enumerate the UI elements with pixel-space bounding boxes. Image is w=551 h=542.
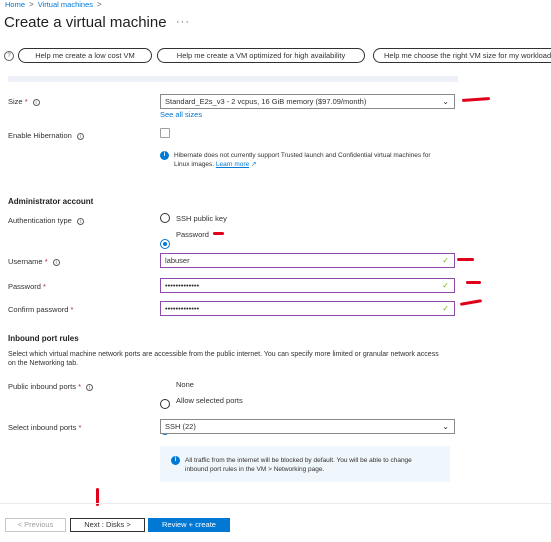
password-radio-label: Password [176,230,209,239]
confirm-password-value: ••••••••••••• [165,304,200,313]
info-icon: i [76,217,84,225]
checkmark-icon: ✓ [442,281,449,290]
breadcrumb: Home > Virtual machines > [5,0,102,9]
allow-selected-ports-label: Allow selected ports [176,396,243,405]
size-select[interactable]: Standard_E2s_v3 - 2 vcpus, 16 GiB memory… [160,94,455,109]
breadcrumb-virtual-machines-link[interactable]: Virtual machines [38,0,93,9]
inbound-info-note: All traffic from the internet will be bl… [185,457,412,473]
external-link-icon: ↗ [250,161,257,168]
annotation-mark [459,299,483,306]
info-icon: i [160,151,169,160]
confirm-password-label: Confirm password * [8,305,74,314]
inbound-port-rules-description: Select which virtual machine network por… [8,351,439,367]
chevron-down-icon: ⌄ [442,422,449,431]
checkmark-icon: ✓ [442,256,449,265]
more-options-icon[interactable]: ··· [176,16,190,28]
administrator-account-heading: Administrator account [8,197,94,206]
hibernation-label: Enable Hibernation i [8,131,84,140]
info-icon: i [76,132,84,140]
annotation-mark [457,258,474,261]
password-input[interactable]: ••••••••••••• ✓ [160,278,455,293]
confirm-password-input[interactable]: ••••••••••••• ✓ [160,301,455,316]
authentication-type-label: Authentication type i [8,216,84,225]
copilot-help-icon: ? [4,51,14,61]
enable-hibernation-checkbox[interactable] [160,128,170,138]
select-inbound-ports-select[interactable]: SSH (22) ⌄ [160,419,455,434]
ssh-public-key-label: SSH public key [176,214,227,223]
page-title: Create a virtual machine [4,14,167,31]
annotation-mark [461,97,491,102]
help-choose-vm-size-button[interactable]: Help me choose the right VM size for my … [373,48,551,63]
hibernation-note: Hibernate does not currently support Tru… [174,152,431,168]
learn-more-link[interactable]: Learn more [216,161,249,168]
info-icon: i [52,258,60,266]
username-input[interactable]: labuser ✓ [160,253,455,268]
public-inbound-ports-label: Public inbound ports * i [8,382,93,391]
next-disks-button[interactable]: Next : Disks > [70,518,145,532]
annotation-mark [466,281,481,284]
select-inbound-ports-label: Select inbound ports * [8,423,82,432]
review-create-button[interactable]: Review + create [148,518,230,532]
breadcrumb-separator: > [29,0,34,9]
password-value: ••••••••••••• [165,281,200,290]
password-label: Password * [8,282,46,291]
help-low-cost-vm-button[interactable]: Help me create a low cost VM [18,48,152,63]
annotation-mark [213,232,224,235]
inbound-port-rules-heading: Inbound port rules [8,334,79,343]
see-all-sizes-link[interactable]: See all sizes [160,110,202,119]
size-label: Size * i [8,97,40,106]
password-radio[interactable] [160,239,170,249]
username-value: labuser [165,256,190,265]
inbound-none-label: None [176,380,194,389]
breadcrumb-separator: > [97,0,102,9]
footer-divider [0,503,551,504]
help-high-availability-vm-button[interactable]: Help me create a VM optimized for high a… [157,48,365,63]
chevron-down-icon: ⌄ [442,97,449,106]
ssh-public-key-radio[interactable] [160,213,170,223]
checkmark-icon: ✓ [442,304,449,313]
info-icon: i [171,456,180,465]
inbound-none-radio[interactable] [160,399,170,409]
size-select-value: Standard_E2s_v3 - 2 vcpus, 16 GiB memory… [165,97,367,106]
breadcrumb-home-link[interactable]: Home [5,0,25,9]
select-inbound-ports-value: SSH (22) [165,422,196,431]
previous-button[interactable]: < Previous [5,518,66,532]
username-label: Username * i [8,257,60,266]
info-icon: i [85,383,93,391]
info-icon: i [32,98,40,106]
section-divider [8,76,458,82]
